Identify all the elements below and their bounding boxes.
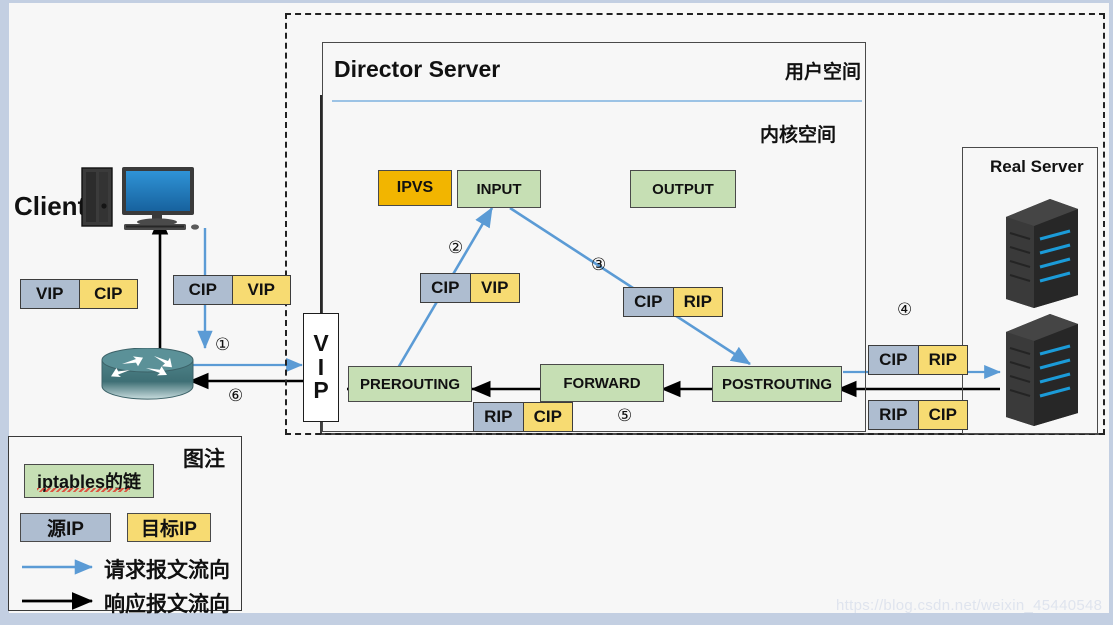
step-marker-3: ③ — [591, 255, 607, 275]
spellcheck-underline — [37, 488, 130, 492]
step-marker-1: ① — [215, 335, 231, 355]
step-marker-6: ⑥ — [228, 386, 244, 406]
packet-src: CIP — [174, 276, 232, 304]
packet-client-request: CIP VIP — [173, 275, 291, 305]
chain-prerouting[interactable]: PREROUTING — [348, 366, 472, 402]
packet-dst: CIP — [78, 280, 137, 308]
packet-from-real-server: RIP CIP — [868, 400, 968, 430]
packet-dst: VIP — [469, 274, 519, 302]
packet-input-to-postrouting: CIP RIP — [623, 287, 723, 317]
packet-response-return: RIP CIP — [473, 402, 573, 432]
vip-letter-v: V — [313, 330, 329, 357]
packet-dst: VIP — [231, 276, 290, 304]
packet-prerouting-to-input: CIP VIP — [420, 273, 520, 303]
packet-src: CIP — [624, 288, 673, 316]
chain-postrouting[interactable]: POSTROUTING — [712, 366, 842, 402]
legend-title: 图注 — [183, 448, 225, 471]
kernel-space-label: 内核空间 — [760, 124, 837, 146]
packet-dst: RIP — [672, 288, 722, 316]
packet-dst: CIP — [917, 401, 967, 429]
packet-src: VIP — [21, 280, 79, 308]
packet-dst: CIP — [522, 403, 572, 431]
router-icon — [100, 347, 195, 400]
ipvs-module[interactable]: IPVS — [378, 170, 452, 206]
vip-letter-p: P — [313, 377, 329, 404]
step-marker-5: ⑤ — [617, 406, 633, 426]
user-kernel-divider — [332, 100, 862, 102]
server-rack-icon — [1000, 310, 1082, 428]
packet-src: RIP — [474, 403, 523, 431]
vip-interface[interactable]: V I P — [303, 313, 339, 422]
step-marker-4: ④ — [897, 300, 913, 320]
packet-client-response: VIP CIP — [20, 279, 138, 309]
chain-forward[interactable]: FORWARD — [540, 364, 664, 402]
vip-letter-i: I — [317, 353, 325, 380]
director-server-title: Director Server — [334, 56, 501, 82]
legend-dst-ip-sample: 目标IP — [127, 513, 211, 542]
legend-request-flow-label: 请求报文流向 — [104, 559, 230, 582]
packet-src: CIP — [869, 346, 918, 374]
real-server-title: Real Server — [990, 157, 1084, 176]
user-space-label: 用户空间 — [785, 61, 862, 83]
legend-chain-sample: iptables的链 — [24, 464, 154, 498]
legend-src-ip-sample: 源IP — [20, 513, 111, 542]
server-rack-icon — [1000, 195, 1082, 310]
packet-src: RIP — [869, 401, 918, 429]
packet-src: CIP — [421, 274, 470, 302]
desktop-computer-icon — [80, 166, 210, 232]
step-marker-2: ② — [448, 238, 464, 258]
legend-response-flow-label: 响应报文流向 — [104, 593, 230, 616]
diagram-canvas: Director Server 用户空间 内核空间 Real Server Cl… — [0, 0, 1113, 625]
client-label: Client — [14, 191, 87, 221]
chain-output[interactable]: OUTPUT — [630, 170, 736, 208]
packet-to-real-server: CIP RIP — [868, 345, 968, 375]
packet-dst: RIP — [917, 346, 967, 374]
chain-input[interactable]: INPUT — [457, 170, 541, 208]
watermark: https://blog.csdn.net/weixin_45440548 — [836, 597, 1103, 614]
